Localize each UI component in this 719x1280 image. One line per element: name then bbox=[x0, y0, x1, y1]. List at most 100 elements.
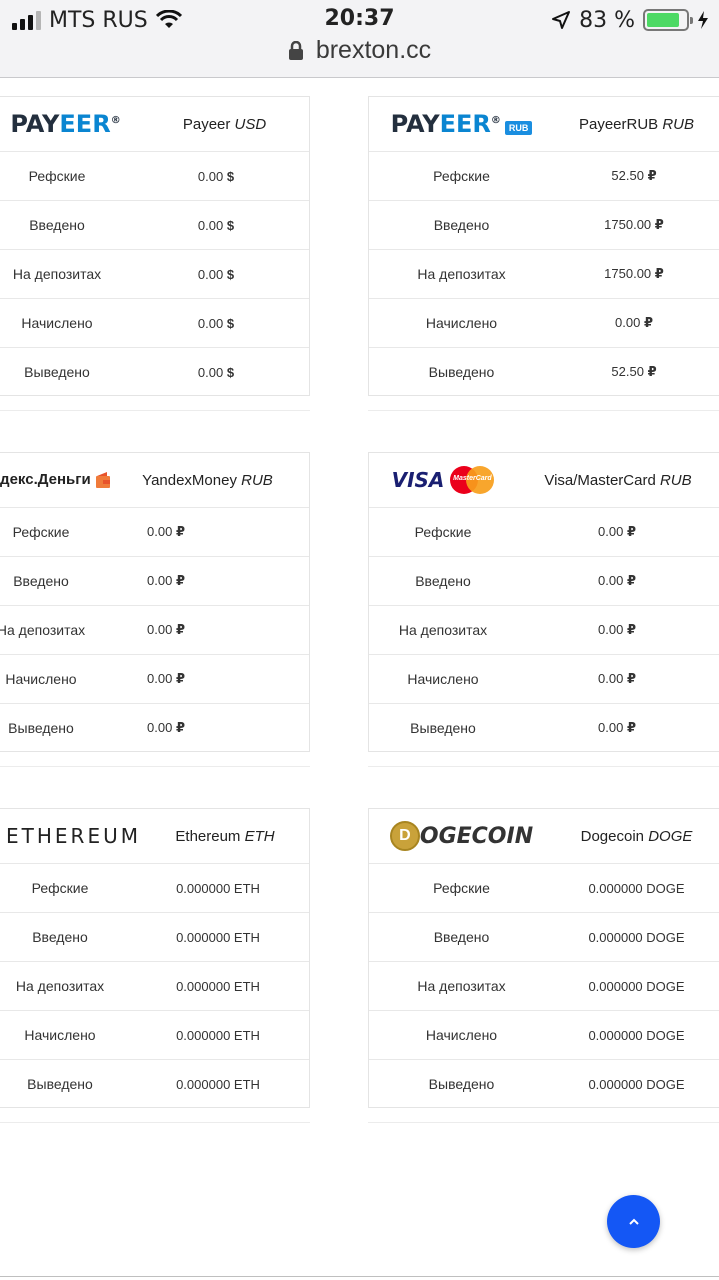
row-label: Начислено bbox=[5, 671, 77, 687]
table-row: Выведено 0.00 ₽ bbox=[369, 703, 719, 752]
table-row: На депозитах 0.000000 ETH bbox=[0, 961, 309, 1010]
card-title: YandexMoney RUB bbox=[142, 471, 273, 489]
table-row: Начислено 0.00 ₽ bbox=[369, 298, 719, 347]
card-header: ETHEREUM Ethereum ETH bbox=[0, 809, 309, 863]
row-label: Рефские bbox=[31, 880, 89, 896]
payeer-usd-card: PAYEER® Payeer USD Рефские 0.00 $ Введено… bbox=[0, 96, 310, 396]
payeer-logo: PAYEER® bbox=[10, 110, 121, 138]
row-label: На депозитах bbox=[417, 266, 506, 282]
row-value: 0.00 ₽ bbox=[147, 622, 185, 637]
row-label: Рефские bbox=[28, 168, 86, 184]
row-label: Введено bbox=[29, 217, 85, 233]
dogecoin-logo: D OGECOIN bbox=[369, 821, 554, 851]
chevron-up-icon bbox=[628, 1218, 639, 1225]
row-value: 0.00 $ bbox=[197, 217, 235, 233]
row-value: 0.000000 DOGE bbox=[588, 1027, 685, 1043]
lock-icon bbox=[288, 40, 303, 60]
card-title: Payeer USD bbox=[182, 115, 267, 133]
yandex-money-card: ндекс.Деньги YandexMoney RUB Рефские 0.00… bbox=[0, 452, 310, 752]
ethereum-card: ETHEREUM Ethereum ETH Рефские 0.000000 ET… bbox=[0, 808, 310, 1108]
visa-logo: VISA bbox=[391, 468, 445, 492]
row-label: Выведено bbox=[410, 720, 476, 736]
table-row: Введено 0.000000 ETH bbox=[0, 912, 309, 961]
row-value: 0.000000 ETH bbox=[176, 880, 260, 896]
row-value: 0.00 ₽ bbox=[147, 720, 185, 735]
row-label: Рефские bbox=[12, 524, 70, 540]
row-label: На депозитах bbox=[417, 978, 506, 994]
row-label: Рефские bbox=[433, 168, 490, 184]
table-row: На депозитах 1750.00 ₽ bbox=[369, 249, 719, 298]
row-label: Введено bbox=[415, 573, 471, 589]
charging-bolt-icon bbox=[698, 11, 708, 29]
wifi-icon bbox=[155, 10, 182, 28]
row-label: Введено bbox=[433, 929, 490, 945]
card-header: PAYEER®RUB PayeerRUB RUB bbox=[369, 97, 719, 151]
table-row: Рефские 0.00 $ bbox=[0, 151, 309, 200]
card-title: PayeerRUB RUB bbox=[578, 115, 695, 133]
row-label: Начислено bbox=[21, 315, 93, 331]
table-row: Рефские 0.00 ₽ bbox=[369, 507, 719, 556]
carrier-label: MTS RUS bbox=[49, 7, 148, 33]
row-label: На депозитах bbox=[15, 978, 105, 994]
row-label: Выведено bbox=[428, 364, 495, 380]
mastercard-logo: MasterCard bbox=[450, 466, 495, 494]
row-value: 0.00 ₽ bbox=[598, 524, 636, 539]
row-label: На депозитах bbox=[0, 622, 86, 638]
visa-mastercard-logo: VISA MasterCard bbox=[369, 466, 517, 494]
row-label: Введено bbox=[32, 929, 88, 945]
bottom-divider bbox=[0, 1276, 719, 1277]
address-bar[interactable]: brexton.cc bbox=[0, 36, 719, 65]
table-row: На депозитах 0.00 ₽ bbox=[369, 605, 719, 654]
ethereum-logo: ETHEREUM bbox=[0, 824, 141, 848]
row-value: 0.00 ₽ bbox=[147, 524, 185, 539]
row-label: Выведено bbox=[428, 1076, 495, 1092]
row-value: 0.00 ₽ bbox=[147, 671, 185, 686]
cell-signal-icon bbox=[12, 10, 41, 30]
card-header: VISA MasterCard Visa/MasterCard RUB bbox=[369, 453, 719, 507]
row-value: 0.00 ₽ bbox=[615, 315, 653, 330]
table-row: На депозитах 0.00 ₽ bbox=[0, 605, 309, 654]
battery-percent: 83 % bbox=[579, 7, 635, 33]
table-row: Введено 0.00 ₽ bbox=[0, 556, 309, 605]
row-value: 0.000000 DOGE bbox=[588, 978, 685, 994]
top-bar: MTS RUS 20:37 83 % brexton.cc bbox=[0, 0, 719, 78]
row-value: 0.00 ₽ bbox=[147, 573, 185, 588]
status-left: MTS RUS bbox=[12, 6, 182, 34]
row-value: 0.00 $ bbox=[197, 168, 235, 184]
table-row: Начислено 0.000000 DOGE bbox=[369, 1010, 719, 1059]
scroll-to-top-button[interactable] bbox=[607, 1195, 660, 1248]
row-value: 0.00 $ bbox=[197, 315, 235, 331]
row-label: Введено bbox=[13, 573, 69, 589]
card-title: Dogecoin DOGE bbox=[580, 827, 693, 845]
row-value: 52.50 ₽ bbox=[611, 364, 657, 379]
table-row: Выведено 0.00 $ bbox=[0, 347, 309, 396]
row-value: 0.000000 DOGE bbox=[588, 1076, 685, 1092]
row-value: 0.000000 DOGE bbox=[588, 880, 685, 896]
card-header: PAYEER® Payeer USD bbox=[0, 97, 309, 151]
table-row: Введено 0.00 $ bbox=[0, 200, 309, 249]
row-value: 1750.00 ₽ bbox=[604, 266, 664, 281]
row-value: 1750.00 ₽ bbox=[604, 217, 664, 232]
row-label: Начислено bbox=[407, 671, 479, 687]
visa-mastercard-card: VISA MasterCard Visa/MasterCard RUB Рефс… bbox=[368, 452, 719, 752]
row-label: Выведено bbox=[27, 1076, 93, 1092]
divider bbox=[0, 1122, 310, 1123]
row-value: 0.000000 ETH bbox=[176, 1076, 260, 1092]
row-value: 0.000000 ETH bbox=[176, 929, 260, 945]
table-row: Рефские 0.000000 DOGE bbox=[369, 863, 719, 912]
table-row: Введено 1750.00 ₽ bbox=[369, 200, 719, 249]
row-label: Начислено bbox=[425, 315, 498, 331]
table-row: Начислено 0.000000 ETH bbox=[0, 1010, 309, 1059]
row-label: Введено bbox=[433, 217, 490, 233]
table-row: Выведено 0.000000 ETH bbox=[0, 1059, 309, 1108]
battery-icon bbox=[643, 9, 693, 31]
card-title: Ethereum ETH bbox=[175, 827, 275, 845]
row-value: 0.00 ₽ bbox=[598, 671, 636, 686]
payeer-rub-card: PAYEER®RUB PayeerRUB RUB Рефские 52.50 ₽ … bbox=[368, 96, 719, 396]
row-value: 0.00 ₽ bbox=[598, 573, 636, 588]
row-value: 0.00 $ bbox=[197, 266, 235, 282]
row-value: 0.000000 ETH bbox=[176, 978, 260, 994]
divider bbox=[368, 410, 719, 411]
yandex-money-logo: ндекс.Деньги bbox=[0, 471, 110, 489]
dogecoin-coin-icon: D bbox=[389, 821, 420, 851]
